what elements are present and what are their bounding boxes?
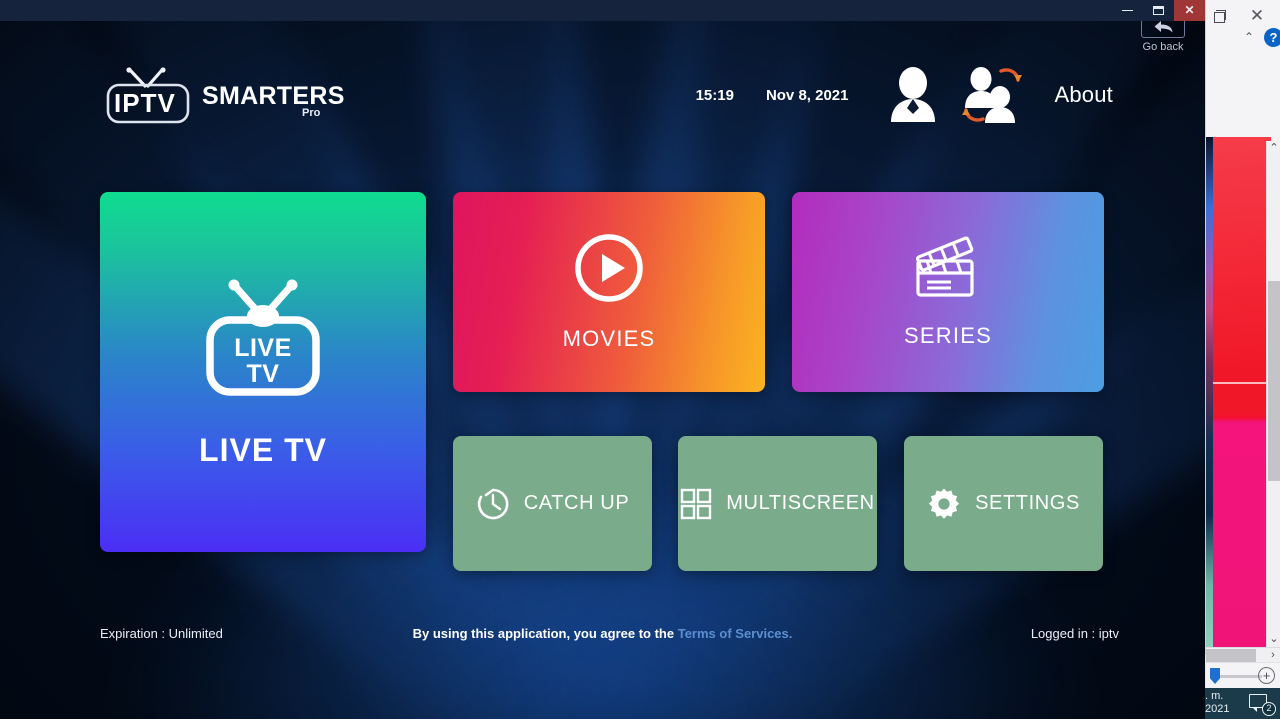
- background-window-header: ✕ ⌃ ?: [1205, 0, 1280, 137]
- iptv-smarters-app-window: ✕ Go back IPTV SMARTERS Pro 15:19 Nov 8,…: [0, 0, 1205, 719]
- scroll-down-arrow[interactable]: ⌄: [1267, 632, 1280, 647]
- terms-of-services-link[interactable]: Terms of Services.: [678, 626, 793, 641]
- background-photo: [1213, 137, 1271, 647]
- gear-icon: [928, 488, 960, 519]
- app-footer: Expiration : Unlimited By using this app…: [0, 622, 1205, 648]
- terms-notice: By using this application, you agree to …: [0, 626, 1205, 641]
- about-link[interactable]: About: [1055, 82, 1114, 108]
- chevron-up-icon[interactable]: ⌃: [1242, 31, 1256, 43]
- tile-live-tv-label: LIVE TV: [199, 431, 327, 468]
- terms-prefix: By using this application, you agree to …: [412, 626, 678, 641]
- restore-icon[interactable]: [1212, 10, 1226, 23]
- header-date: Nov 8, 2021: [765, 86, 849, 104]
- logo-brand-name: SMARTERS: [202, 82, 345, 110]
- svg-text:IPTV: IPTV: [114, 88, 176, 118]
- tv-icon: LIVE TV: [206, 279, 320, 396]
- tile-settings[interactable]: SETTINGS: [904, 436, 1103, 571]
- tile-catch-up-label: CATCH UP: [523, 492, 630, 514]
- zoom-slider-bar[interactable]: +: [1206, 662, 1280, 688]
- maximize-button[interactable]: [1143, 0, 1174, 21]
- taskbar-date: 2021: [1205, 703, 1230, 715]
- zoom-in-button[interactable]: +: [1258, 667, 1275, 684]
- tile-series-label: SERIES: [904, 323, 992, 348]
- play-circle-icon: [575, 234, 643, 302]
- tile-movies[interactable]: MOVIES: [453, 192, 765, 392]
- notification-badge: 2: [1262, 702, 1276, 716]
- switch-user-icon[interactable]: [961, 66, 1023, 124]
- tv-icon-text-tv: TV: [247, 360, 280, 388]
- vertical-scrollbar[interactable]: ⌃ ⌄: [1266, 141, 1280, 647]
- window-titlebar: ✕: [0, 0, 1205, 21]
- tv-icon-text-live: LIVE: [234, 334, 292, 362]
- app-header: IPTV SMARTERS Pro 15:19 Nov 8, 2021 Abou…: [0, 40, 1205, 150]
- taskbar: . m. 2021 2: [1200, 688, 1280, 719]
- app-logo: IPTV SMARTERS Pro: [100, 66, 350, 131]
- minimize-button[interactable]: [1112, 0, 1143, 21]
- header-clock: 15:19: [695, 86, 734, 104]
- clapperboard-icon: [915, 236, 974, 297]
- tile-live-tv[interactable]: LIVE TV LIVE TV: [100, 192, 426, 552]
- scroll-right-arrow[interactable]: ›: [1266, 648, 1280, 663]
- background-window-controls: ✕ ⌃ ?: [1206, 4, 1280, 47]
- tile-multiscreen[interactable]: MULTISCREEN: [678, 436, 877, 571]
- horizontal-scroll-thumb[interactable]: [1206, 649, 1256, 662]
- close-button[interactable]: ✕: [1174, 0, 1205, 21]
- tile-multiscreen-label: MULTISCREEN: [726, 492, 875, 514]
- horizontal-scrollbar[interactable]: ›: [1206, 647, 1280, 662]
- logo-brand-suffix: Pro: [302, 107, 321, 119]
- help-icon[interactable]: ?: [1264, 28, 1280, 47]
- grid-icon: [681, 488, 712, 519]
- minimize-icon: [1122, 10, 1133, 12]
- go-back-label: Go back: [1142, 41, 1184, 53]
- tile-series[interactable]: SERIES: [792, 192, 1104, 392]
- zoom-slider-knob[interactable]: [1210, 668, 1220, 684]
- tile-catch-up[interactable]: CATCH UP: [453, 436, 652, 571]
- taskbar-clock[interactable]: . m. 2021: [1205, 690, 1249, 716]
- zoom-slider-track[interactable]: [1214, 675, 1262, 678]
- close-icon[interactable]: ✕: [1249, 7, 1265, 24]
- back-arrow-icon: [1154, 21, 1173, 33]
- tile-settings-label: SETTINGS: [975, 492, 1080, 514]
- scroll-up-arrow[interactable]: ⌃: [1267, 141, 1280, 156]
- restore-icon: [1153, 6, 1164, 16]
- header-right-group: 15:19 Nov 8, 2021 About: [696, 40, 1113, 150]
- clock-icon: [477, 488, 509, 519]
- tile-movies-label: MOVIES: [562, 326, 656, 351]
- notification-icon[interactable]: 2: [1249, 693, 1276, 716]
- user-icon[interactable]: [887, 66, 939, 124]
- logged-in-status: Logged in : iptv: [1030, 626, 1119, 641]
- taskbar-time: . m.: [1205, 690, 1224, 702]
- vertical-scroll-thumb[interactable]: [1268, 281, 1280, 481]
